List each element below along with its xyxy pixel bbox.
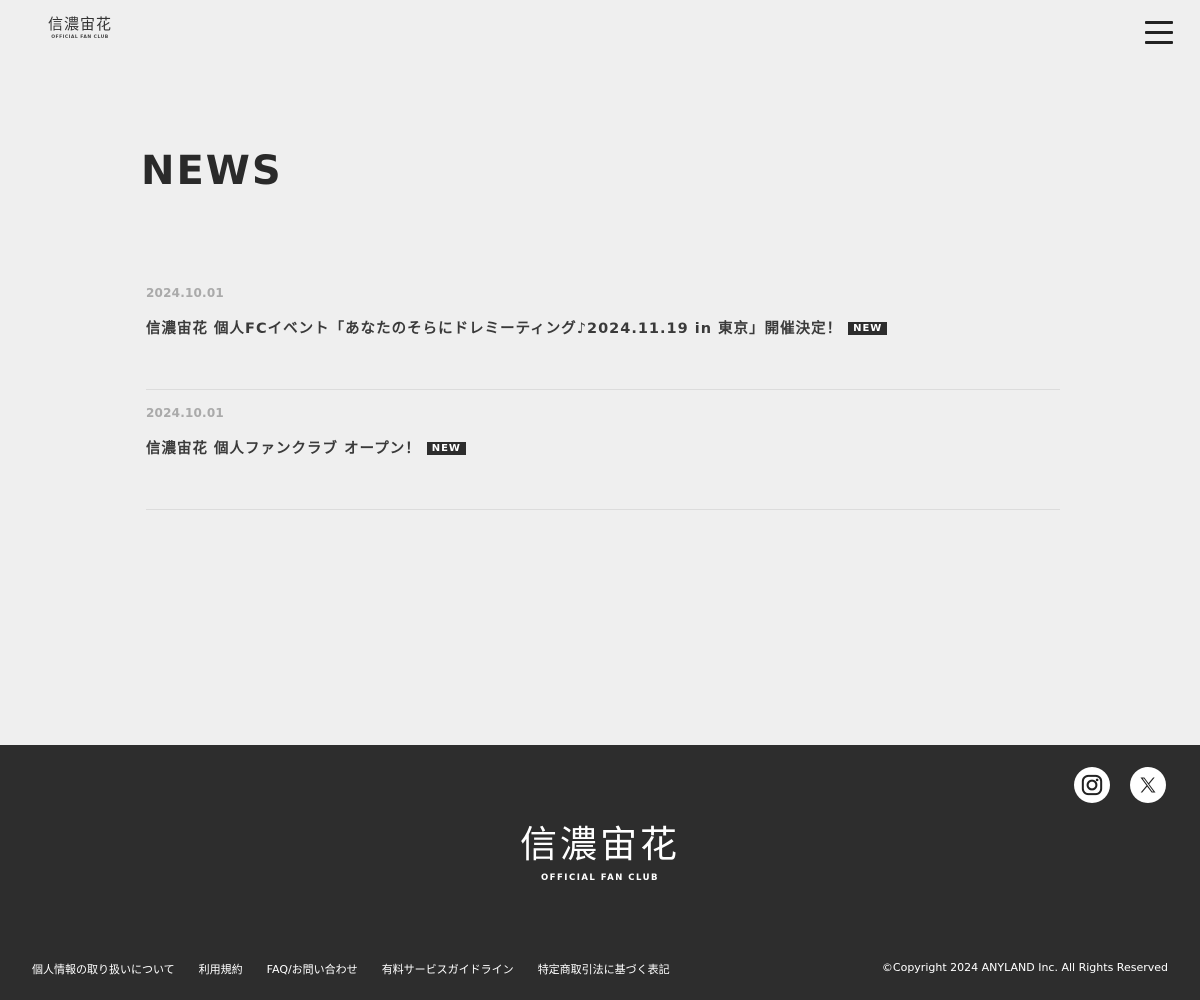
footer-link-guidelines[interactable]: 有料サービスガイドライン bbox=[382, 961, 514, 977]
copyright: ©Copyright 2024 ANYLAND Inc. All Rights … bbox=[881, 961, 1168, 974]
page-title: NEWS bbox=[141, 148, 283, 194]
new-badge: NEW bbox=[426, 442, 466, 455]
news-date: 2024.10.01 bbox=[146, 286, 224, 300]
footer-link-privacy[interactable]: 個人情報の取り扱いについて bbox=[32, 961, 175, 977]
footer-logo-text: 信濃宙花 bbox=[520, 823, 680, 866]
news-item[interactable]: 2024.10.01 信濃宙花 個人FCイベント「あなたのそらにドレミーティング… bbox=[146, 270, 1060, 390]
site-footer: 信濃宙花 OFFICIAL FAN CLUB 個人情報の取り扱いについて 利用規… bbox=[0, 745, 1200, 1000]
menu-bar bbox=[1145, 31, 1173, 34]
news-title[interactable]: 信濃宙花 個人ファンクラブ オープン！ bbox=[146, 441, 421, 457]
footer-link-faq[interactable]: FAQ/お問い合わせ bbox=[267, 961, 358, 977]
footer-link-commerce[interactable]: 特定商取引法に基づく表記 bbox=[538, 961, 670, 977]
instagram-icon bbox=[1081, 774, 1103, 796]
menu-bar bbox=[1145, 41, 1173, 44]
footer-logo-subtext: OFFICIAL FAN CLUB bbox=[540, 873, 660, 883]
news-list: 2024.10.01 信濃宙花 個人FCイベント「あなたのそらにドレミーティング… bbox=[146, 270, 1060, 510]
news-title[interactable]: 信濃宙花 個人FCイベント「あなたのそらにドレミーティング♪2024.11.19… bbox=[146, 321, 842, 337]
news-item[interactable]: 2024.10.01 信濃宙花 個人ファンクラブ オープン！ NEW bbox=[146, 390, 1060, 510]
logo-subtext: OFFICIAL FAN CLUB bbox=[51, 35, 109, 40]
logo-text: 信濃宙花 bbox=[47, 15, 112, 33]
site-logo[interactable]: 信濃宙花 OFFICIAL FAN CLUB bbox=[45, 14, 115, 40]
hamburger-menu-icon[interactable] bbox=[1145, 21, 1175, 45]
news-date: 2024.10.01 bbox=[146, 406, 224, 420]
new-badge: NEW bbox=[848, 322, 888, 335]
x-button[interactable] bbox=[1130, 767, 1166, 803]
footer-logo[interactable]: 信濃宙花 OFFICIAL FAN CLUB bbox=[500, 821, 700, 883]
site-header: 信濃宙花 OFFICIAL FAN CLUB bbox=[0, 0, 1200, 60]
footer-links: 個人情報の取り扱いについて 利用規約 FAQ/お問い合わせ 有料サービスガイドラ… bbox=[32, 961, 694, 977]
menu-bar bbox=[1145, 21, 1173, 24]
footer-link-terms[interactable]: 利用規約 bbox=[199, 961, 243, 977]
x-icon bbox=[1140, 777, 1156, 793]
instagram-button[interactable] bbox=[1074, 767, 1110, 803]
